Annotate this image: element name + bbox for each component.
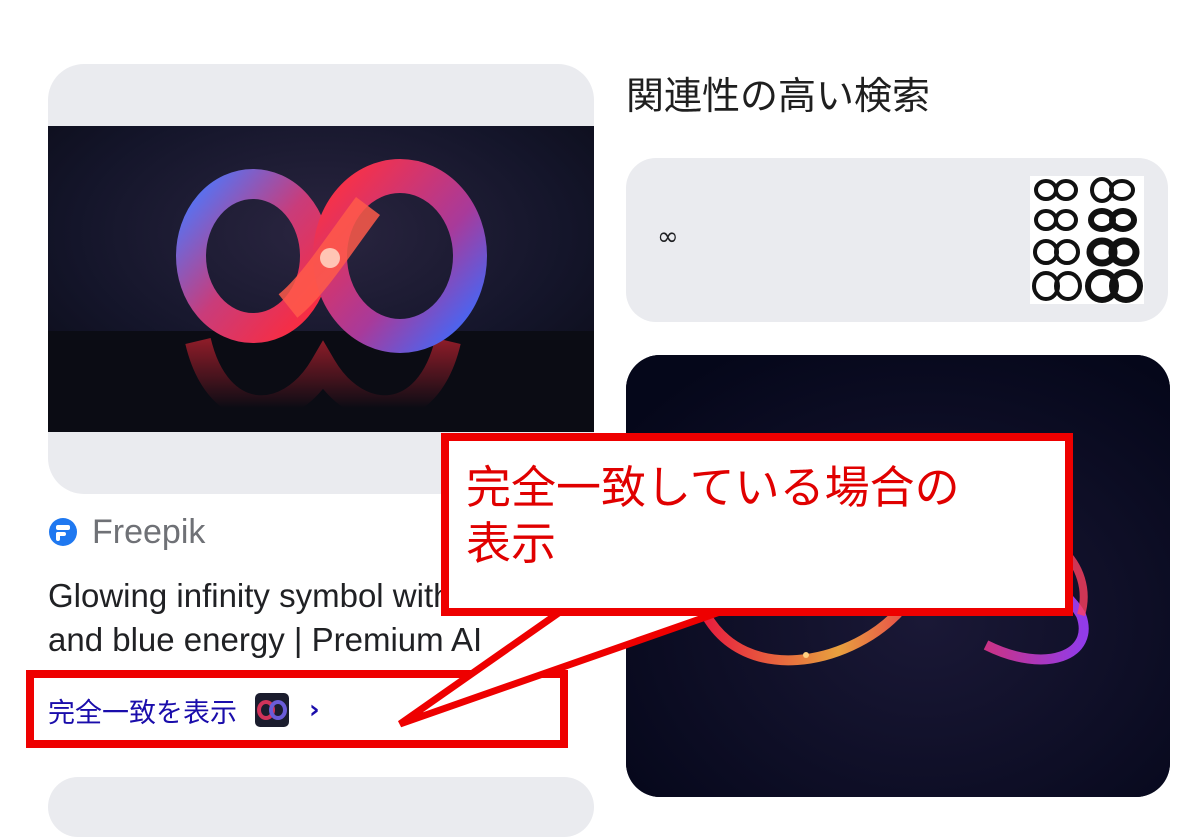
callout-pointer [397, 608, 722, 728]
callout-line-1: 完全一致している場合の [466, 461, 960, 514]
callout-line-2: 表示 [466, 517, 557, 570]
annotation-callout-text: 完全一致している場合の 表示 [466, 460, 1066, 572]
